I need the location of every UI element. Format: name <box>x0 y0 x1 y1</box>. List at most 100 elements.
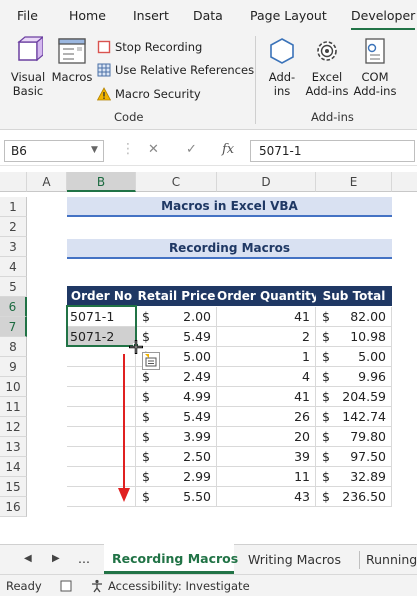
name-box[interactable]: B6 <box>4 140 104 162</box>
cell-sub[interactable]: $10.98 <box>316 327 392 347</box>
relative-references-button[interactable]: Use Relative References <box>97 61 254 79</box>
cell-qty[interactable]: 4 <box>217 367 316 387</box>
visual-basic-button[interactable]: Visual Basic <box>6 36 50 98</box>
cell-qty[interactable]: 11 <box>217 467 316 487</box>
cell-sub[interactable]: $204.59 <box>316 387 392 407</box>
select-all-corner[interactable] <box>0 172 27 192</box>
cell-price[interactable]: $5.50 <box>136 487 217 507</box>
row-header-14[interactable]: 14 <box>0 457 27 477</box>
header-order-quantity: Order Quantity <box>217 286 319 306</box>
tab-file[interactable]: File <box>17 8 38 23</box>
scroll-left-icon[interactable]: ◀ <box>24 553 32 564</box>
cell-order[interactable]: 5071-1 <box>67 307 136 327</box>
cell-qty[interactable]: 26 <box>217 407 316 427</box>
cell-qty[interactable]: 41 <box>217 387 316 407</box>
column-header-f[interactable] <box>392 172 417 192</box>
gear-icon <box>317 41 337 61</box>
cell-sub[interactable]: $142.74 <box>316 407 392 427</box>
addins-button[interactable]: Add- ins <box>262 36 302 98</box>
tab-insert[interactable]: Insert <box>133 8 169 23</box>
stop-square-icon <box>97 40 111 54</box>
cell-value: 97.50 <box>350 449 386 464</box>
cell-price[interactable]: $5.49 <box>136 407 217 427</box>
currency-symbol: $ <box>142 489 150 504</box>
sheet-tab-writing-macros[interactable]: Writing Macros <box>248 552 341 567</box>
row-header-3[interactable]: 3 <box>0 237 27 257</box>
column-header-d[interactable]: D <box>217 172 316 192</box>
cell-sub[interactable]: $236.50 <box>316 487 392 507</box>
sheet-tab-active[interactable]: Recording Macros <box>104 544 238 574</box>
row-header-10[interactable]: 10 <box>0 377 27 397</box>
cell-value: 204.59 <box>342 389 386 404</box>
accessibility-icon <box>92 579 102 593</box>
cell-sub[interactable]: $5.00 <box>316 347 392 367</box>
cell-price[interactable]: $5.49 <box>136 327 217 347</box>
cell-value: 3.99 <box>183 429 211 444</box>
cell-price[interactable]: $2.50 <box>136 447 217 467</box>
row-header-15[interactable]: 15 <box>0 477 27 497</box>
row-header-2[interactable]: 2 <box>0 217 27 237</box>
sheet-tab-running[interactable]: Running <box>366 552 417 567</box>
excel-addins-button[interactable]: Excel Add-ins <box>304 36 350 98</box>
column-header-c[interactable]: C <box>136 172 217 192</box>
column-header-b[interactable]: B <box>67 172 136 192</box>
cell-qty[interactable]: 41 <box>217 307 316 327</box>
row-header-8[interactable]: 8 <box>0 337 27 357</box>
cell-price[interactable]: $4.99 <box>136 387 217 407</box>
column-header-e[interactable]: E <box>316 172 392 192</box>
cell-value: 2.00 <box>183 309 211 324</box>
scroll-right-icon[interactable]: ▶ <box>52 553 60 564</box>
tab-page-layout[interactable]: Page Layout <box>250 8 327 23</box>
formula-input[interactable]: 5071-1 <box>250 140 415 162</box>
excel-addins-label: Excel Add-ins <box>305 70 349 98</box>
row-header-4[interactable]: 4 <box>0 257 27 277</box>
insert-function-icon[interactable]: fx <box>222 142 234 157</box>
chevron-down-icon[interactable]: ▼ <box>91 145 98 155</box>
accessibility-status[interactable]: Accessibility: Investigate <box>108 579 250 593</box>
macro-security-button[interactable]: Macro Security <box>97 85 201 103</box>
stop-recording-button[interactable]: Stop Recording <box>97 38 202 56</box>
row-header-7[interactable]: 7 <box>0 317 27 337</box>
macro-record-icon[interactable] <box>60 580 72 592</box>
row-header-12[interactable]: 12 <box>0 417 27 437</box>
row-header-13[interactable]: 13 <box>0 437 27 457</box>
currency-symbol: $ <box>322 349 330 364</box>
cell-price[interactable]: $2.00 <box>136 307 217 327</box>
tab-developer[interactable]: Developer <box>351 8 416 31</box>
cell-qty[interactable]: 20 <box>217 427 316 447</box>
confirm-icon[interactable]: ✓ <box>186 142 197 157</box>
cell-sub[interactable]: $9.96 <box>316 367 392 387</box>
cell-price[interactable]: $2.99 <box>136 467 217 487</box>
row-header-1[interactable]: 1 <box>0 197 27 217</box>
autofill-options-button[interactable] <box>142 352 160 370</box>
cell-value: 236.50 <box>342 489 386 504</box>
more-sheets-button[interactable]: ... <box>78 551 90 566</box>
cell-sub[interactable]: $32.89 <box>316 467 392 487</box>
cell-order[interactable]: 5071-2 <box>67 327 136 347</box>
cell-sub[interactable]: $97.50 <box>316 447 392 467</box>
cell-qty[interactable]: 1 <box>217 347 316 367</box>
macros-button[interactable]: Macros <box>51 36 93 84</box>
stop-recording-label: Stop Recording <box>115 40 203 54</box>
row-header-11[interactable]: 11 <box>0 397 27 417</box>
row-header-16[interactable]: 16 <box>0 497 27 517</box>
row-header-5[interactable]: 5 <box>0 277 27 297</box>
tab-data[interactable]: Data <box>193 8 223 23</box>
cell-qty[interactable]: 39 <box>217 447 316 467</box>
cell-value: 10.98 <box>350 329 386 344</box>
row-header-9[interactable]: 9 <box>0 357 27 377</box>
cell-qty[interactable]: 2 <box>217 327 316 347</box>
row-header-6[interactable]: 6 <box>0 297 27 317</box>
currency-symbol: $ <box>142 469 150 484</box>
tab-home[interactable]: Home <box>69 8 106 23</box>
sheet-title: Macros in Excel VBA <box>67 197 392 217</box>
cell-sub[interactable]: $79.80 <box>316 427 392 447</box>
cell-sub[interactable]: $82.00 <box>316 307 392 327</box>
cell-qty[interactable]: 43 <box>217 487 316 507</box>
cell-price[interactable]: $3.99 <box>136 427 217 447</box>
cancel-icon[interactable]: ✕ <box>148 142 159 157</box>
column-header-a[interactable]: A <box>27 172 67 192</box>
code-group-label: Code <box>114 110 144 124</box>
com-addins-button[interactable]: COM Add-ins <box>352 36 398 98</box>
currency-symbol: $ <box>322 389 330 404</box>
